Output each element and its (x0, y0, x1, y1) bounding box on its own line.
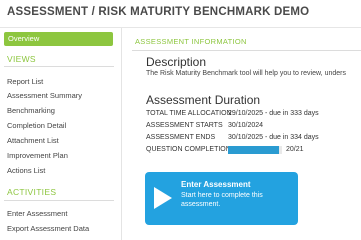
duration-label: ASSESSMENT ENDS (146, 134, 216, 141)
sidebar: Overview VIEWS Report List Assessment Su… (0, 28, 122, 240)
duration-value: 30/10/2024 (228, 122, 264, 129)
description-text: The Risk Maturity Benchmark tool will he… (146, 70, 346, 77)
completion-value: 20/21 (286, 146, 304, 153)
duration-label: TOTAL TIME ALLOCATION (146, 110, 232, 117)
enter-assessment-button[interactable]: Enter Assessment Start here to complete … (145, 172, 298, 225)
completion-label: QUESTION COMPLETION (146, 146, 231, 153)
divider (4, 66, 114, 67)
enter-assessment-subtitle: Start here to complete this assessment. (181, 192, 263, 208)
duration-label: ASSESSMENT STARTS (146, 122, 223, 129)
progress-fill (228, 146, 280, 154)
divider (132, 50, 361, 51)
sidebar-item-export-assessment-data[interactable]: Export Assessment Data (7, 224, 89, 233)
duration-value: 30/10/2025 - due in 334 days (228, 134, 319, 141)
sidebar-item-overview[interactable]: Overview (4, 32, 113, 46)
sidebar-item-benchmarking[interactable]: Benchmarking (7, 106, 55, 115)
section-heading: ASSESSMENT INFORMATION (135, 37, 247, 46)
main-content: ASSESSMENT INFORMATION Description The R… (128, 28, 361, 240)
sidebar-item-assessment-summary[interactable]: Assessment Summary (7, 91, 82, 100)
play-icon (154, 187, 172, 209)
completion-progress-bar (228, 146, 282, 154)
description-title: Description (146, 55, 207, 69)
activities-heading: ACTIVITIES (7, 187, 57, 197)
sidebar-item-attachment-list[interactable]: Attachment List (7, 136, 59, 145)
page-title: ASSESSMENT / RISK MATURITY BENCHMARK DEM… (7, 6, 310, 18)
sidebar-item-improvement-plan[interactable]: Improvement Plan (7, 151, 68, 160)
sidebar-item-enter-assessment[interactable]: Enter Assessment (7, 209, 67, 218)
views-heading: VIEWS (7, 54, 36, 64)
duration-title: Assessment Duration (146, 93, 261, 107)
sidebar-item-completion-detail[interactable]: Completion Detail (7, 121, 66, 130)
sidebar-item-report-list[interactable]: Report List (7, 77, 43, 86)
sidebar-item-actions-list[interactable]: Actions List (7, 166, 45, 175)
enter-assessment-title: Enter Assessment (181, 180, 251, 189)
duration-value: 29/10/2025 - due in 333 days (228, 110, 319, 117)
app-header: ASSESSMENT / RISK MATURITY BENCHMARK DEM… (0, 0, 361, 28)
divider (4, 200, 114, 201)
